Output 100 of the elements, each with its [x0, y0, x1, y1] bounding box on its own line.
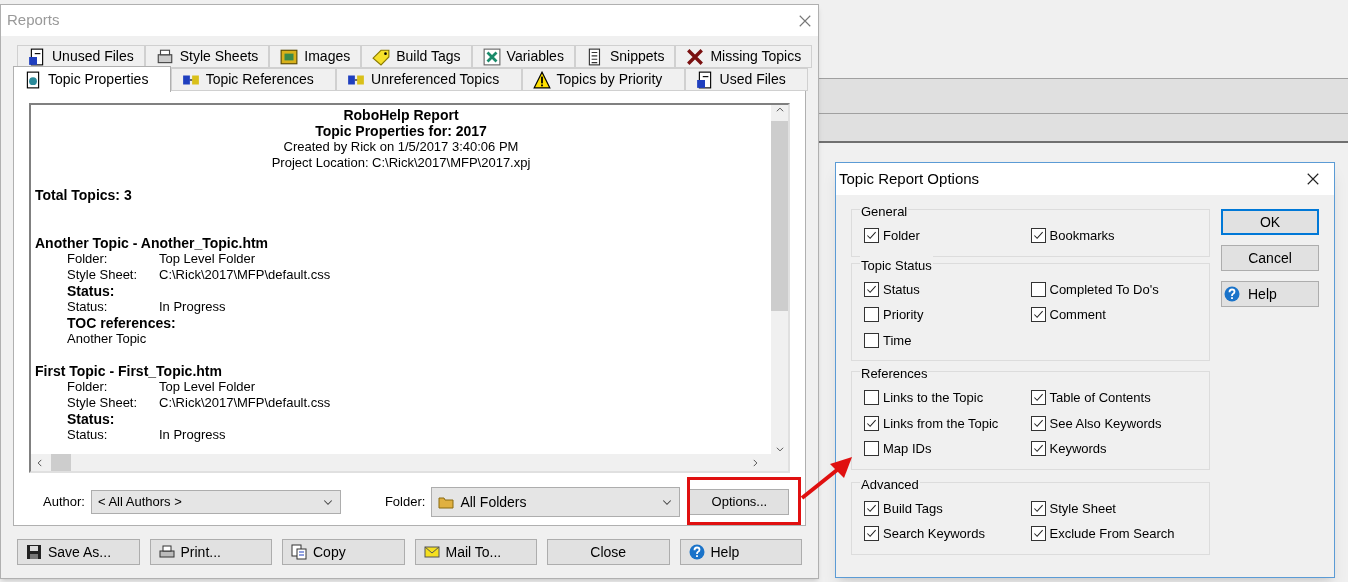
dialog-button[interactable]: Print...: [149, 539, 272, 565]
help-icon: [688, 544, 705, 560]
section-heading: TOC references:: [66, 315, 177, 331]
field-label: Status:: [67, 427, 109, 443]
author-label: Author:: [43, 493, 85, 512]
tab[interactable]: Build Tags: [361, 45, 472, 68]
checkbox-square[interactable]: [1030, 526, 1046, 542]
checkbox-square[interactable]: [1030, 307, 1046, 323]
report-title: Topic Properties for: 2017: [314, 123, 488, 139]
checkbox-square[interactable]: [1030, 281, 1046, 297]
dialog-button[interactable]: Mail To...: [414, 539, 537, 565]
spreadsheet-icon: [482, 47, 501, 66]
folder-dropdown[interactable]: All Folders: [431, 487, 681, 517]
checkbox-label[interactable]: Links from the Topic: [883, 413, 999, 433]
checkbox-square[interactable]: [864, 390, 879, 406]
report-title: RoboHelp Report: [342, 107, 460, 123]
dialog-button[interactable]: OK: [1221, 209, 1319, 235]
checkbox-square[interactable]: [1030, 500, 1046, 516]
dialog-button[interactable]: Cancel: [1221, 245, 1319, 271]
copy-icon: [291, 544, 307, 560]
checkbox-label[interactable]: Links to the Topic: [883, 388, 984, 408]
tab[interactable]: Topic Properties: [13, 66, 171, 92]
checkbox-label[interactable]: Comment: [1049, 305, 1106, 325]
picture-frame-icon: [280, 47, 299, 66]
tab[interactable]: Images: [269, 45, 362, 68]
checkbox-square[interactable]: [864, 500, 879, 516]
close-icon: [1306, 172, 1320, 186]
field-value: In Progress: [159, 299, 226, 315]
field-label: Folder:: [67, 379, 109, 395]
printer-icon: [155, 47, 174, 66]
checkbox-square[interactable]: [1030, 415, 1046, 431]
report-text: Another Topic: [66, 331, 148, 347]
checkbox-label[interactable]: Bookmarks: [1049, 226, 1115, 246]
report-meta-text: Created by Rick on 1/5/2017 3:40:06 PM: [282, 139, 520, 155]
folder-icon: [438, 494, 455, 510]
document-icon: [695, 70, 714, 89]
field-label: Folder:: [67, 251, 109, 267]
checkbox-label[interactable]: Exclude From Search: [1049, 524, 1175, 544]
tab[interactable]: Topics by Priority: [521, 68, 685, 91]
document-icon: [24, 70, 42, 89]
document-icon: [28, 47, 46, 66]
checkbox-square[interactable]: [864, 332, 879, 348]
tab[interactable]: Topic References: [170, 68, 337, 91]
checkbox-square[interactable]: [864, 415, 879, 431]
check-icon: [866, 230, 877, 242]
checkbox-square[interactable]: [864, 441, 879, 457]
checkbox-square[interactable]: [864, 526, 879, 542]
dialog-button[interactable]: Help: [679, 539, 802, 565]
checkbox-label[interactable]: Folder: [883, 226, 920, 246]
checkbox-label[interactable]: Keywords: [1049, 439, 1107, 459]
checkbox-label[interactable]: Map IDs: [883, 439, 932, 459]
check-icon: [866, 283, 877, 295]
group-title: Topic Status: [860, 255, 933, 275]
dialog-button[interactable]: Close: [547, 539, 670, 565]
vertical-scrollbar[interactable]: [771, 105, 788, 454]
checkbox-label[interactable]: Completed To Do's: [1049, 279, 1159, 299]
tab[interactable]: Missing Topics: [675, 45, 813, 68]
check-icon: [1032, 392, 1044, 404]
field-value: Top Level Folder: [159, 379, 256, 395]
tab[interactable]: Variables: [471, 45, 575, 68]
report-meta-text: Project Location: C:\Rick\2017\MFP\2017.xpj: [270, 155, 532, 171]
tab[interactable]: Unreferenced Topics: [336, 68, 522, 91]
checkbox-label[interactable]: Search Keywords: [883, 524, 985, 544]
tab[interactable]: Unused Files: [17, 45, 145, 68]
dialog-button[interactable]: Save As...: [17, 539, 140, 565]
checkbox-label[interactable]: Time: [883, 330, 912, 350]
checkbox-label[interactable]: Style Sheet: [1049, 498, 1116, 518]
check-icon: [1032, 309, 1044, 321]
scroll-thumb[interactable]: [51, 454, 71, 471]
check-icon: [1032, 443, 1044, 455]
help-button[interactable]: Help: [1221, 281, 1319, 307]
checkbox-label[interactable]: Build Tags: [883, 498, 943, 518]
checkbox-square[interactable]: [864, 228, 879, 244]
window-title: Reports: [7, 10, 60, 31]
checkbox-square[interactable]: [864, 307, 879, 323]
check-icon: [866, 528, 877, 540]
topic-heading: First Topic - First_Topic.htm: [35, 363, 223, 379]
checkbox-label[interactable]: Status: [883, 279, 920, 299]
checkbox-label[interactable]: Table of Contents: [1049, 388, 1151, 408]
checkbox-square[interactable]: [1030, 228, 1046, 244]
tab[interactable]: Used Files: [684, 68, 808, 91]
tab[interactable]: Style Sheets: [144, 45, 270, 68]
checkbox-label[interactable]: See Also Keywords: [1049, 413, 1162, 433]
field-value: C:\Rick\2017\MFP\default.css: [159, 395, 331, 411]
checkbox-label[interactable]: Priority: [883, 305, 924, 325]
folder-label: Folder:: [384, 493, 426, 512]
checkbox-square[interactable]: [1030, 390, 1046, 406]
field-label: Status:: [67, 299, 109, 315]
total-topics: Total Topics: 3: [35, 187, 133, 203]
check-icon: [1032, 502, 1044, 514]
dialog-button[interactable]: Copy: [282, 539, 405, 565]
author-dropdown[interactable]: < All Authors >: [90, 490, 341, 514]
scroll-thumb[interactable]: [771, 121, 788, 311]
checkbox-square[interactable]: [864, 281, 879, 297]
field-value: Top Level Folder: [159, 251, 256, 267]
options-button[interactable]: Options...: [689, 489, 790, 515]
tab[interactable]: Snippets: [574, 45, 676, 68]
check-icon: [1032, 417, 1044, 429]
tag-icon: [372, 47, 391, 66]
checkbox-square[interactable]: [1030, 441, 1046, 457]
